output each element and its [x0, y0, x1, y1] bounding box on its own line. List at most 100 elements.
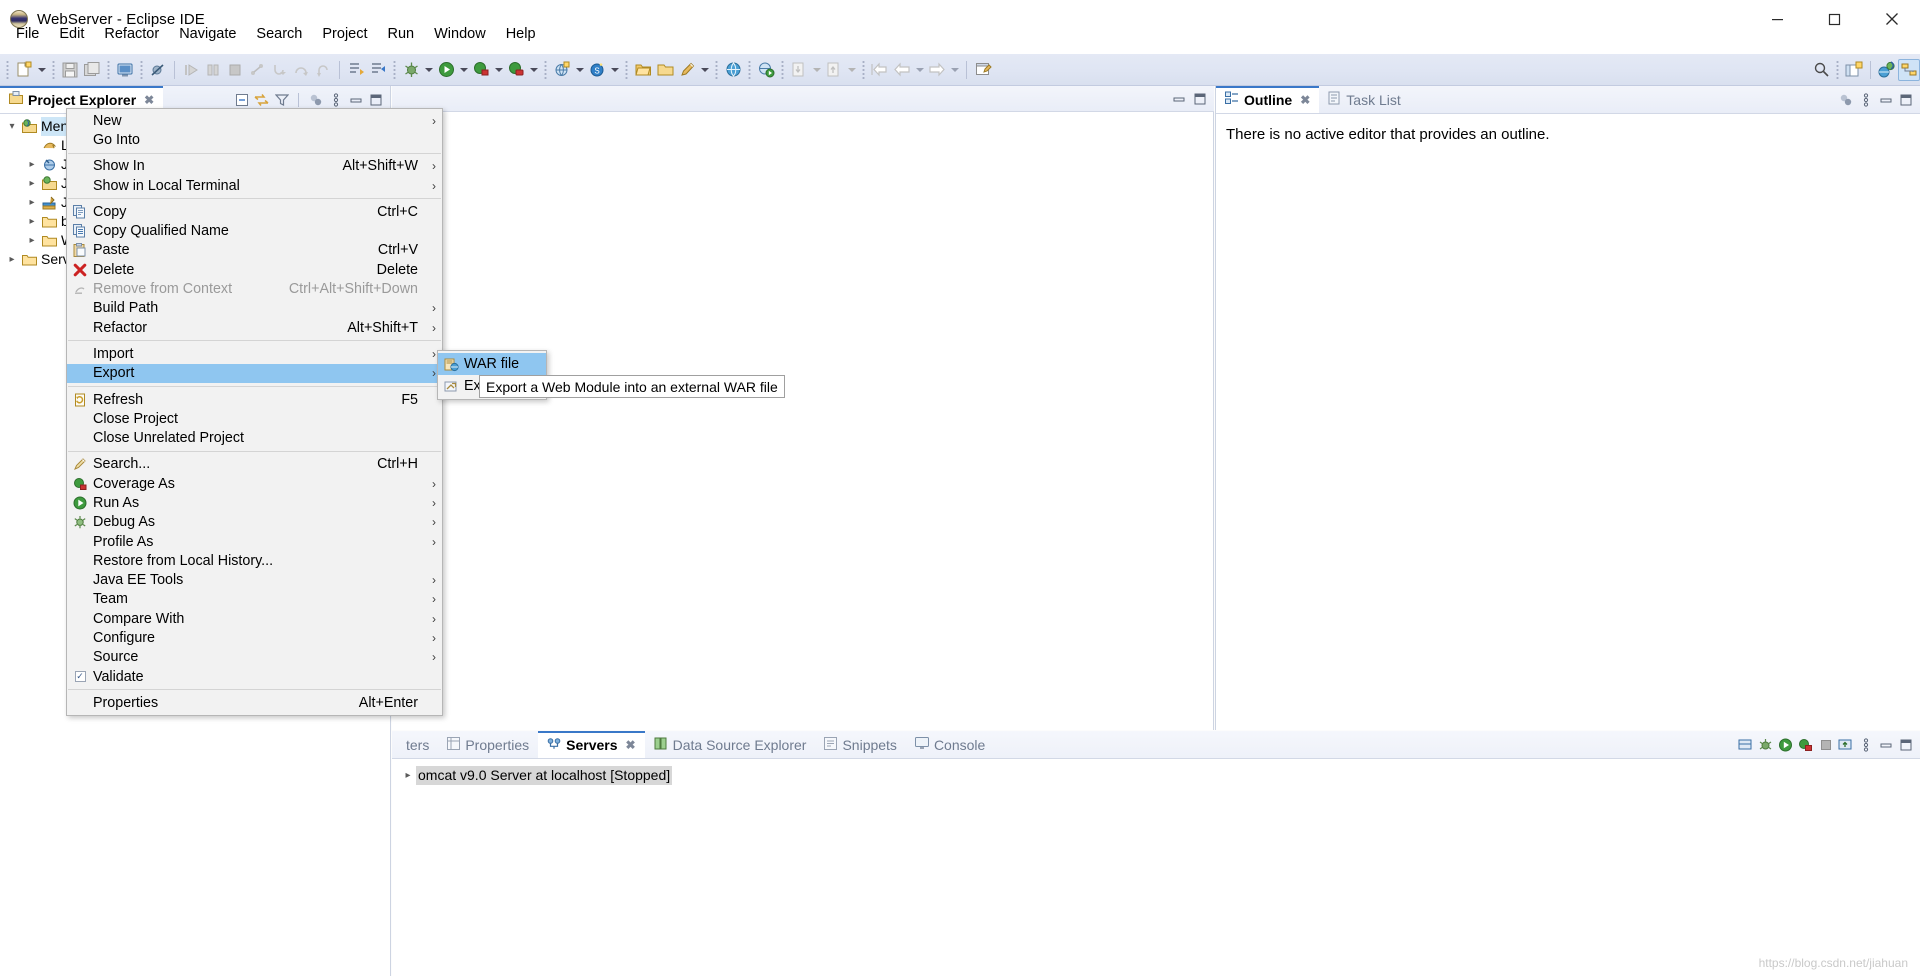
new-dynamic-web-project-dropdown[interactable] — [608, 58, 621, 82]
context-menu-item-copy[interactable]: Copy Ctrl+C — [67, 202, 442, 221]
tab-markers[interactable]: ters — [392, 731, 438, 758]
new-dynamic-web-project-icon[interactable]: S — [586, 58, 608, 82]
toolbar-grip[interactable] — [138, 59, 145, 80]
context-menu-item-configure[interactable]: Configure › — [67, 628, 442, 647]
new-server-dropdown[interactable] — [573, 58, 586, 82]
context-menu-item-search[interactable]: Search... Ctrl+H — [67, 455, 442, 474]
context-menu-item-restore-from-local-history[interactable]: Restore from Local History... — [67, 551, 442, 570]
tab-snippets[interactable]: Snippets — [815, 731, 905, 758]
tab-console[interactable]: Console — [906, 731, 994, 758]
view-menu-filter-icon[interactable] — [273, 91, 290, 109]
focus-on-active-task-icon[interactable] — [1837, 91, 1854, 109]
open-perspective-icon[interactable] — [1843, 58, 1865, 82]
context-menu-item-close-unrelated-project[interactable]: Close Unrelated Project — [67, 428, 442, 447]
context-menu-item-show-in-local-terminal[interactable]: Show in Local Terminal › — [67, 176, 442, 195]
save-all-icon[interactable] — [81, 58, 103, 82]
toolbar-grip[interactable] — [50, 59, 57, 80]
menu-window[interactable]: Window — [424, 22, 496, 46]
new-java-class-icon[interactable] — [676, 58, 698, 82]
previous-annotation-icon[interactable] — [367, 58, 389, 82]
profile-server-icon[interactable] — [1797, 736, 1814, 754]
context-menu-item-delete[interactable]: Delete Delete — [67, 260, 442, 279]
submenu-item-war-file[interactable]: WAR file — [438, 353, 546, 375]
editor-canvas[interactable] — [392, 112, 1214, 730]
menu-file[interactable]: File — [6, 22, 49, 46]
context-menu-item-show-in[interactable]: Show In Alt+Shift+W › — [67, 157, 442, 176]
java-ee-perspective-icon[interactable] — [1876, 58, 1898, 82]
toolbar-grip[interactable] — [391, 59, 398, 80]
start-server-icon[interactable] — [1737, 736, 1754, 754]
profile-dropdown[interactable] — [527, 58, 540, 82]
profile-icon[interactable] — [505, 58, 527, 82]
new-editor-icon[interactable] — [972, 58, 994, 82]
new-wizard-dropdown[interactable] — [35, 58, 48, 82]
tab-data-source-explorer[interactable]: Data Source Explorer — [645, 731, 816, 758]
close-icon[interactable]: ✖ — [144, 93, 154, 107]
context-menu-item-team[interactable]: Team › — [67, 590, 442, 609]
restore-icon[interactable] — [1170, 90, 1187, 108]
chevron-right-icon[interactable]: ▸ — [24, 155, 40, 174]
view-menu-icon[interactable] — [1857, 91, 1874, 109]
context-menu-item-import[interactable]: Import › — [67, 344, 442, 363]
collapse-all-icon[interactable] — [233, 91, 250, 109]
menu-edit[interactable]: Edit — [49, 22, 94, 46]
toolbar-grip[interactable] — [713, 59, 720, 80]
context-menu-item-java-ee-tools[interactable]: Java EE Tools › — [67, 571, 442, 590]
next-annotation-icon[interactable] — [345, 58, 367, 82]
context-menu-item-source[interactable]: Source › — [67, 648, 442, 667]
link-with-editor-icon[interactable] — [253, 91, 270, 109]
run-icon[interactable] — [435, 58, 457, 82]
menu-run[interactable]: Run — [378, 22, 425, 46]
chevron-right-icon[interactable]: ▸ — [24, 193, 40, 212]
view-menu-icon[interactable] — [1857, 736, 1874, 754]
toolbar-grip[interactable] — [1834, 59, 1841, 80]
run-dropdown[interactable] — [457, 58, 470, 82]
run-on-server-icon[interactable] — [755, 58, 777, 82]
publish-icon[interactable] — [1837, 736, 1854, 754]
chevron-right-icon[interactable]: ▸ — [24, 174, 40, 193]
toolbar-grip[interactable] — [542, 59, 549, 80]
menu-search[interactable]: Search — [246, 22, 312, 46]
toolbar-grip[interactable] — [105, 59, 112, 80]
context-menu-item-go-into[interactable]: Go Into — [67, 130, 442, 149]
menu-navigate[interactable]: Navigate — [169, 22, 246, 46]
context-menu-item-refactor[interactable]: Refactor Alt+Shift+T › — [67, 318, 442, 337]
menu-refactor[interactable]: Refactor — [94, 22, 169, 46]
open-type-icon[interactable] — [632, 58, 654, 82]
open-web-browser-icon[interactable] — [722, 58, 744, 82]
minimize-icon[interactable] — [1877, 736, 1894, 754]
coverage-icon[interactable] — [470, 58, 492, 82]
context-menu-item-compare-with[interactable]: Compare With › — [67, 609, 442, 628]
toolbar-grip[interactable] — [779, 59, 786, 80]
context-menu-item-new[interactable]: New › — [67, 111, 442, 130]
focus-on-active-task-icon[interactable] — [307, 91, 324, 109]
close-icon[interactable]: ✖ — [626, 738, 636, 752]
new-console-icon[interactable] — [114, 58, 136, 82]
context-menu-item-export[interactable]: Export › — [67, 363, 442, 383]
chevron-down-icon[interactable]: ▾ — [4, 117, 20, 136]
context-menu-item-validate[interactable]: ✓ Validate — [67, 667, 442, 686]
chevron-right-icon[interactable]: ▸ — [24, 231, 40, 250]
start-icon[interactable] — [1777, 736, 1794, 754]
context-menu-item-coverage-as[interactable]: Coverage As › — [67, 474, 442, 493]
skip-breakpoints-icon[interactable] — [147, 58, 169, 82]
menu-help[interactable]: Help — [496, 22, 546, 46]
context-menu-item-debug-as[interactable]: Debug As › — [67, 513, 442, 532]
new-java-class-dropdown[interactable] — [698, 58, 711, 82]
search-icon[interactable] — [1810, 58, 1832, 82]
server-row[interactable]: ▸ omcat v9.0 Server at localhost [Stoppe… — [400, 765, 1920, 785]
debug-icon[interactable] — [400, 58, 422, 82]
context-menu-item-build-path[interactable]: Build Path › — [67, 299, 442, 318]
minimize-icon[interactable] — [1877, 91, 1894, 109]
context-menu-item-profile-as[interactable]: Profile As › — [67, 532, 442, 551]
minimize-icon[interactable] — [347, 91, 364, 109]
new-wizard-icon[interactable] — [13, 58, 35, 82]
stop-icon[interactable] — [1817, 736, 1834, 754]
debug-dropdown[interactable] — [422, 58, 435, 82]
checkbox-checked-icon[interactable]: ✓ — [67, 667, 93, 686]
tab-task-list[interactable]: Task List — [1319, 86, 1409, 113]
chevron-right-icon[interactable]: ▸ — [4, 250, 20, 269]
toolbar-grip[interactable] — [4, 59, 11, 80]
context-menu-item-close-project[interactable]: Close Project — [67, 409, 442, 428]
save-icon[interactable] — [59, 58, 81, 82]
